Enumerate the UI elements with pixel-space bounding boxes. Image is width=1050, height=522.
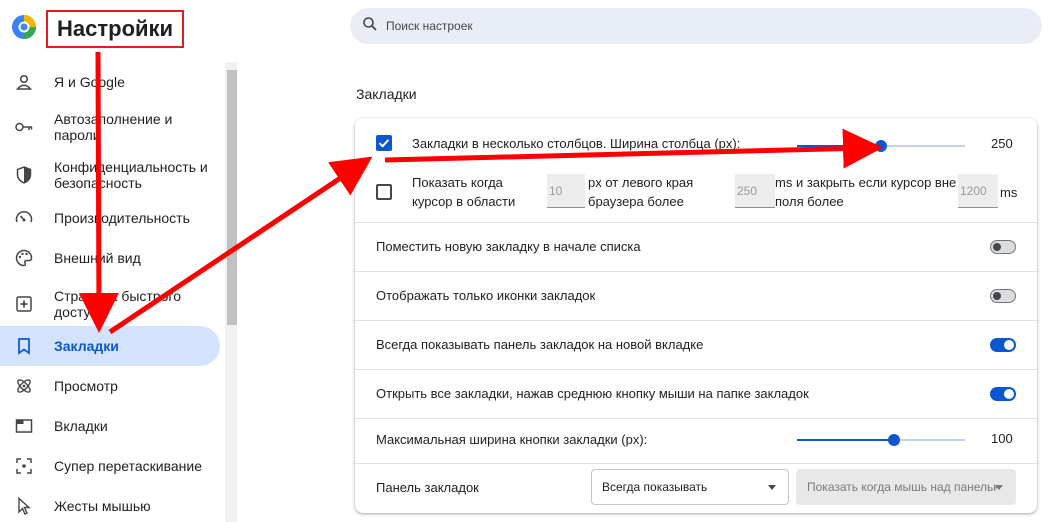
sidebar-item-label: Я и Google xyxy=(54,74,125,90)
new-bookmark-first-toggle[interactable] xyxy=(990,240,1016,254)
sidebar-item-bookmarks[interactable]: Закладки xyxy=(0,326,220,366)
sidebar-scrollbar-thumb[interactable] xyxy=(227,70,237,325)
toggle-row-new-bookmark-first: Поместить новую закладку в начале списка xyxy=(355,222,1037,271)
speed-dial-icon xyxy=(14,294,34,314)
toggle-label: Открыть все закладки, нажав среднюю кноп… xyxy=(376,386,809,401)
drag-target-icon xyxy=(14,456,34,476)
browser-logo xyxy=(11,14,37,40)
select-value: Показать когда мышь над панелью xyxy=(807,480,997,494)
search-icon xyxy=(362,16,378,37)
max-width-label: Максимальная ширина кнопки закладки (px)… xyxy=(376,432,648,447)
section-title: Закладки xyxy=(356,86,417,102)
bookmarks-settings-card: Закладки в несколько столбцов. Ширина ст… xyxy=(355,118,1037,513)
search-box[interactable]: Поиск настроек xyxy=(350,8,1042,44)
bookmarks-bar-row: Панель закладок Всегда показывать Показа… xyxy=(355,463,1037,513)
chevron-down-icon xyxy=(768,485,776,490)
middle-click-open-all-toggle[interactable] xyxy=(990,387,1016,401)
sidebar-item-speed-dial[interactable]: Страница быстрого доступа xyxy=(0,287,220,321)
sidebar-item-super-drag[interactable]: Супер перетаскивание xyxy=(0,454,220,478)
sidebar-item-tabs[interactable]: Вкладки xyxy=(0,414,220,438)
sidebar-item-privacy[interactable]: Конфиденциальность и безопасность xyxy=(0,158,220,192)
sidebar-item-label: Закладки xyxy=(54,338,119,354)
hover-text-1: Показать когда курсор в области xyxy=(412,175,516,209)
columns-row: Закладки в несколько столбцов. Ширина ст… xyxy=(355,118,1037,166)
sidebar-item-label: Производительность xyxy=(54,210,190,226)
bookmark-icon xyxy=(14,336,34,356)
key-icon xyxy=(14,117,34,137)
hover-text-3: ms и закрыть если курсор вне поля более xyxy=(775,175,957,209)
sidebar-item-label: Супер перетаскивание xyxy=(54,458,203,474)
toggle-label: Отображать только иконки закладок xyxy=(376,288,596,303)
hover-checkbox[interactable] xyxy=(376,184,392,200)
chevron-down-icon xyxy=(995,485,1003,490)
page-title: Настройки xyxy=(46,10,185,48)
max-width-slider[interactable] xyxy=(797,434,965,446)
sidebar-item-label: Автозаполнение и пароли xyxy=(54,111,173,143)
max-width-row: Максимальная ширина кнопки закладки (px)… xyxy=(355,418,1037,463)
bookmarks-bar-hover-select[interactable]: Показать когда мышь над панелью xyxy=(796,469,1016,505)
sidebar-item-label: Жесты мышью xyxy=(54,498,151,514)
speedometer-icon xyxy=(14,208,34,228)
checkmark-icon xyxy=(378,139,390,148)
sidebar-item-label: Просмотр xyxy=(54,378,118,394)
tab-icon xyxy=(14,416,34,436)
columns-label: Закладки в несколько столбцов. Ширина ст… xyxy=(412,136,741,151)
always-show-bar-toggle[interactable] xyxy=(990,338,1016,352)
hover-row: Показать когда курсор в области 10 px от… xyxy=(355,166,1037,222)
toggle-row-icons-only: Отображать только иконки закладок xyxy=(355,271,1037,320)
hover-edge-px-input[interactable]: 10 xyxy=(547,174,585,208)
sidebar-item-appearance[interactable]: Внешний вид xyxy=(0,246,220,270)
slider-fill xyxy=(797,439,894,441)
hover-delay-ms-input[interactable]: 250 xyxy=(735,174,775,208)
column-width-slider[interactable] xyxy=(797,140,965,152)
sidebar-item-label: Конфиденциальность и безопасность xyxy=(54,159,208,191)
hover-text-2: px от левого края браузера более xyxy=(588,175,694,209)
sidebar-item-label: Внешний вид xyxy=(54,250,141,266)
sidebar-item-performance[interactable]: Производительность xyxy=(0,206,220,230)
sidebar-item-you-and-google[interactable]: Я и Google xyxy=(0,70,220,94)
shield-icon xyxy=(14,165,34,185)
sidebar-item-browsing[interactable]: Просмотр xyxy=(0,374,220,398)
atom-icon xyxy=(14,376,34,396)
person-icon xyxy=(14,72,34,92)
max-width-value: 100 xyxy=(991,431,1013,446)
toggle-label: Поместить новую закладку в начале списка xyxy=(376,239,641,254)
toggle-label: Всегда показывать панель закладок на нов… xyxy=(376,337,704,352)
sidebar-item-label: Вкладки xyxy=(54,418,108,434)
select-value: Всегда показывать xyxy=(602,480,708,494)
slider-knob[interactable] xyxy=(875,140,887,152)
icons-only-toggle[interactable] xyxy=(990,289,1016,303)
search-input[interactable]: Поиск настроек xyxy=(386,19,473,33)
slider-fill xyxy=(797,145,881,147)
columns-checkbox[interactable] xyxy=(376,135,392,151)
hover-close-ms-input[interactable]: 1200 xyxy=(958,174,998,208)
sidebar-item-label: Страница быстрого доступа xyxy=(54,288,181,320)
bookmarks-bar-mode-select[interactable]: Всегда показывать xyxy=(591,469,789,505)
hover-text-4: ms xyxy=(1000,185,1018,200)
sidebar-item-mouse-gestures[interactable]: Жесты мышью xyxy=(0,494,220,518)
cursor-icon xyxy=(14,496,34,516)
column-width-value: 250 xyxy=(991,136,1013,151)
toggle-row-middle-click: Открыть все закладки, нажав среднюю кноп… xyxy=(355,369,1037,418)
slider-knob[interactable] xyxy=(888,434,900,446)
palette-icon xyxy=(14,248,34,268)
toggle-row-always-show-bar: Всегда показывать панель закладок на нов… xyxy=(355,320,1037,369)
sidebar-item-autofill[interactable]: Автозаполнение и пароли xyxy=(0,110,220,144)
bookmarks-bar-label: Панель закладок xyxy=(376,480,479,495)
